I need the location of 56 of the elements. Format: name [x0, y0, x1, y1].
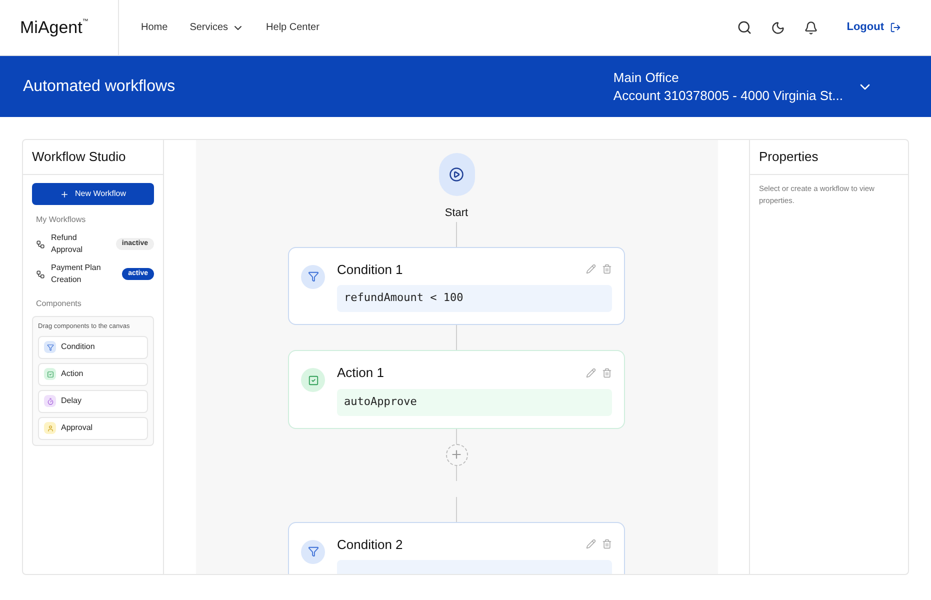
logout-icon — [890, 22, 901, 33]
component-label: Approval — [61, 422, 93, 434]
workflow-icon — [36, 240, 45, 248]
nav-link[interactable]: Home — [141, 20, 168, 35]
component-icon — [44, 368, 56, 380]
nav-link[interactable]: Services — [190, 20, 244, 35]
component-icon — [44, 422, 56, 434]
account-selector[interactable]: Main Office Account 310378005 - 4000 Virginia St... — [613, 68, 873, 104]
moon-icon[interactable] — [770, 20, 785, 34]
logout-button[interactable]: Logout — [846, 19, 901, 36]
workflow-name: Payment Plan Creation — [51, 262, 102, 286]
nav-link[interactable]: Help Center — [266, 20, 320, 35]
workflow-node-card[interactable]: Action 1 autoApprove — [288, 350, 625, 428]
panel-title: Workflow Studio — [32, 148, 126, 166]
bell-icon[interactable] — [804, 20, 818, 34]
section-heading: Components — [36, 298, 82, 310]
node-icon — [301, 368, 325, 392]
edit-icon[interactable] — [586, 539, 596, 550]
workflow-node-card[interactable]: Condition 1 refundAmount < 100 — [288, 246, 625, 325]
component-label: Action — [61, 368, 84, 380]
delete-icon[interactable] — [602, 368, 612, 378]
edit-icon[interactable] — [586, 368, 596, 378]
component-item[interactable]: Delay — [38, 390, 148, 413]
office-name: Main Office — [613, 68, 680, 86]
start-label: Start — [444, 206, 468, 221]
delete-icon[interactable] — [602, 264, 612, 274]
workflow-icon — [36, 270, 45, 278]
component-item[interactable]: Condition — [38, 336, 148, 359]
node-title: Condition 1 — [337, 260, 403, 278]
search-icon[interactable] — [736, 20, 752, 35]
component-label: Condition — [61, 341, 95, 354]
play-icon — [449, 167, 464, 182]
account-name: Account 310378005 - 4000 Virginia St... — [613, 86, 843, 104]
add-step-button[interactable] — [446, 444, 468, 466]
component-label: Delay — [61, 395, 82, 408]
node-icon — [301, 540, 325, 564]
node-icon — [301, 264, 325, 288]
workflow-name: Refund Approval — [51, 232, 84, 256]
start-button[interactable] — [438, 153, 474, 196]
component-icon — [44, 341, 56, 354]
node-title: Condition 2 — [337, 536, 403, 554]
new-workflow-button[interactable]: New Workflow — [32, 183, 154, 205]
node-expression: autoApprove — [337, 388, 612, 416]
page-title: Automated workflows — [23, 76, 176, 96]
component-item[interactable]: Approval — [38, 416, 148, 440]
edit-icon[interactable] — [586, 264, 596, 274]
component-icon — [44, 395, 56, 408]
plus-icon — [60, 190, 69, 198]
section-heading: My Workflows — [36, 214, 87, 226]
panel-title: Properties — [759, 148, 818, 166]
delete-icon[interactable] — [602, 539, 612, 550]
workflow-node-card[interactable]: Condition 2 — [288, 522, 625, 574]
node-title: Action 1 — [337, 364, 384, 382]
plus-icon — [450, 448, 463, 461]
component-item[interactable]: Action — [38, 362, 148, 386]
node-expression: refundAmount < 100 — [337, 285, 612, 312]
